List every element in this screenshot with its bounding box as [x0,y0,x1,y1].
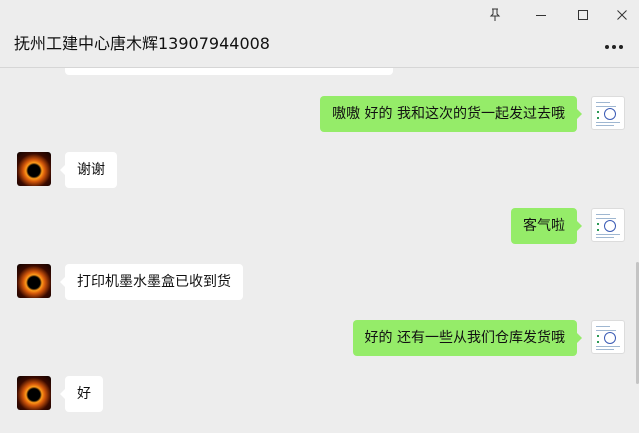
chat-window: 抚州工建中心唐木辉13907944008 嗷嗷 好的 我和这次的货一起发过去哦 … [0,0,639,433]
message-row: 谢谢 [0,152,639,188]
maximize-button[interactable] [569,4,597,26]
title-bar: 抚州工建中心唐木辉13907944008 [0,0,639,68]
my-avatar[interactable] [591,208,625,242]
chat-title: 抚州工建中心唐木辉13907944008 [14,34,270,53]
maximize-icon [578,10,588,20]
message-bubble-received[interactable]: 好 [60,376,103,412]
message-list[interactable]: 嗷嗷 好的 我和这次的货一起发过去哦 谢谢 客气啦 打印机墨水墨盒已收到货 好的… [0,68,639,433]
more-icon [605,45,623,49]
message-bubble-sent[interactable]: 好的 还有一些从我们仓库发货哦 [352,320,583,356]
message-row: 嗷嗷 好的 我和这次的货一起发过去哦 [0,96,639,132]
message-row: 客气啦 [0,208,639,244]
close-icon [617,10,627,20]
message-row: 好的 还有一些从我们仓库发货哦 [0,320,639,356]
contact-avatar[interactable] [17,264,51,298]
message-bubble-received[interactable]: 谢谢 [60,152,117,188]
message-row: 好 [0,376,639,412]
my-avatar[interactable] [591,320,625,354]
message-bubble-received[interactable]: 打印机墨水墨盒已收到货 [60,264,243,300]
pin-button[interactable] [481,4,509,26]
message-bubble-sent[interactable]: 嗷嗷 好的 我和这次的货一起发过去哦 [320,96,582,132]
minimize-button[interactable] [527,4,555,26]
message-bubble-sent[interactable]: 客气啦 [511,208,582,244]
minimize-icon [536,15,546,16]
message-row: 打印机墨水墨盒已收到货 [0,264,639,300]
contact-avatar[interactable] [17,376,51,410]
pin-icon [489,8,501,21]
my-avatar[interactable] [591,96,625,130]
close-button[interactable] [608,4,636,26]
message-bubble-partial[interactable] [65,68,393,75]
contact-avatar[interactable] [17,152,51,186]
more-button[interactable] [600,38,628,56]
